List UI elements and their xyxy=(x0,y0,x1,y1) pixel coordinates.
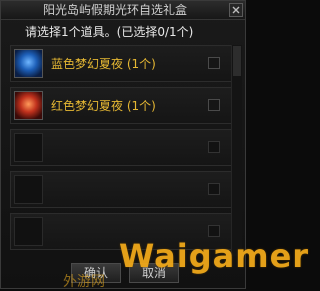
red-summer-night-icon xyxy=(14,91,43,120)
close-button[interactable] xyxy=(229,3,243,17)
window-title: 阳光岛屿假期光环自选礼盒 xyxy=(42,3,187,17)
item-checkbox-disabled xyxy=(208,141,220,153)
gift-box-window: 阳光岛屿假期光环自选礼盒 请选择1个道具。(已选择0/1个) 蓝色梦幻夏夜 (1… xyxy=(0,0,308,290)
item-label: 红色梦幻夏夜 (1个) xyxy=(51,99,156,113)
list-item-empty xyxy=(10,213,232,250)
title-bar[interactable]: 阳光岛屿假期光环自选礼盒 xyxy=(1,1,245,20)
item-label: 蓝色梦幻夏夜 (1个) xyxy=(51,57,156,71)
item-checkbox-disabled xyxy=(208,225,220,237)
empty-slot-icon xyxy=(14,175,43,204)
item-checkbox[interactable] xyxy=(208,57,220,69)
list-item-red-summer-night[interactable]: 红色梦幻夏夜 (1个) xyxy=(10,87,232,124)
list-item-empty xyxy=(10,171,232,208)
confirm-button[interactable]: 确认 xyxy=(71,263,121,283)
scroll-thumb[interactable] xyxy=(233,46,241,76)
list-scrollbar[interactable] xyxy=(231,45,242,256)
empty-slot-icon xyxy=(14,217,43,246)
item-list: 蓝色梦幻夏夜 (1个) 红色梦幻夏夜 (1个) xyxy=(10,45,234,256)
list-item-empty xyxy=(10,129,232,166)
list-item-blue-summer-night[interactable]: 蓝色梦幻夏夜 (1个) xyxy=(10,45,232,82)
empty-slot-icon xyxy=(14,133,43,162)
item-checkbox-disabled xyxy=(208,183,220,195)
item-checkbox[interactable] xyxy=(208,99,220,111)
blue-summer-night-icon xyxy=(14,49,43,78)
cancel-button[interactable]: 取消 xyxy=(129,263,179,283)
close-icon xyxy=(232,6,240,14)
selection-instruction: 请选择1个道具。(已选择0/1个) xyxy=(25,25,194,39)
